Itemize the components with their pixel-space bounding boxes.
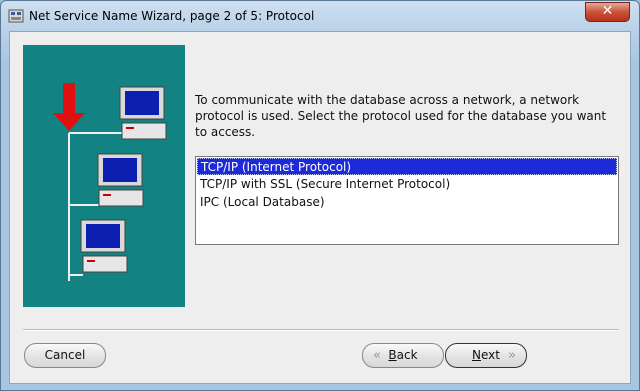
computer-icon [97, 153, 144, 207]
chevron-left-icon: « [373, 348, 381, 363]
network-illustration [23, 45, 185, 307]
wizard-content: To communicate with the database across … [9, 31, 631, 384]
protocol-option-tcpip[interactable]: TCP/IP (Internet Protocol) [197, 158, 617, 175]
protocol-list[interactable]: TCP/IP (Internet Protocol) TCP/IP with S… [195, 156, 619, 245]
instruction-text: To communicate with the database across … [195, 93, 607, 139]
computer-icon [80, 219, 128, 273]
cancel-button[interactable]: Cancel [24, 343, 106, 368]
title-bar[interactable]: Net Service Name Wizard, page 2 of 5: Pr… [1, 1, 639, 31]
window-title: Net Service Name Wizard, page 2 of 5: Pr… [29, 9, 315, 23]
computer-icon [119, 86, 167, 140]
back-button[interactable]: « Back [362, 343, 444, 368]
close-button[interactable]: ✕ [585, 2, 630, 22]
next-button[interactable]: Next » [445, 343, 527, 368]
wizard-app-icon [8, 9, 24, 23]
footer-divider [23, 329, 619, 331]
protocol-option-tcpip-ssl[interactable]: TCP/IP with SSL (Secure Internet Protoco… [197, 176, 617, 193]
protocol-option-ipc[interactable]: IPC (Local Database) [197, 194, 617, 211]
close-icon: ✕ [601, 3, 614, 19]
wizard-window: Net Service Name Wizard, page 2 of 5: Pr… [0, 0, 640, 391]
chevron-right-icon: » [508, 348, 516, 363]
next-button-label: Next [472, 348, 500, 362]
back-button-label: Back [388, 348, 418, 362]
